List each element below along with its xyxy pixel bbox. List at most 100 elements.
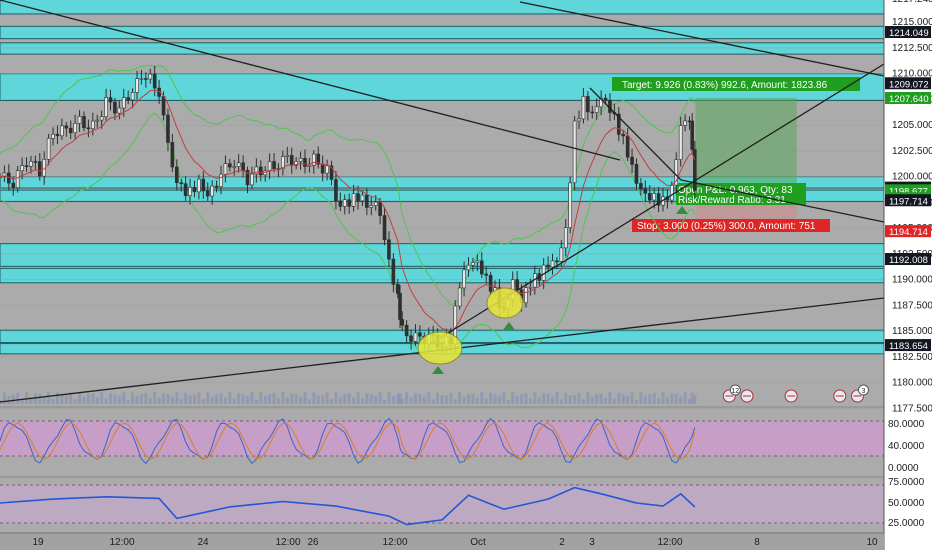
price-chart[interactable]: Target: 9.926 (0.83%) 992.6, Amount: 182… [0,0,932,550]
volume-bar [365,392,369,404]
candle-body [113,101,117,114]
volume-bar [604,397,608,404]
volume-bar [223,397,227,404]
candle-body [82,116,86,129]
time-tick-label: 12:00 [275,537,300,548]
candle-body [360,194,365,202]
price-tick-label: 1182.500 [892,352,932,363]
volume-bar [630,392,634,404]
volume-bar [232,398,236,404]
volume-bar [449,392,453,404]
candle-body [563,227,568,249]
volume-bar [520,394,524,404]
candle-body [488,275,493,292]
volume-bar [338,396,342,404]
candle-body [643,188,648,194]
candle-body [524,287,528,304]
volume-bar [497,395,501,404]
candle-body [228,163,232,168]
rsi-pane [0,484,884,526]
volume-bar [347,393,351,404]
volume-bar [334,392,338,404]
candle-body [126,97,130,101]
volume-bar [228,392,232,404]
volume-bar [175,392,179,404]
price-label: 1209.072 [889,79,929,90]
volume-bar [356,392,360,404]
candle-body [572,120,577,184]
candle-body [347,199,351,207]
volume-bar [484,398,488,404]
volume-bar [197,392,201,404]
candle-body [466,264,471,271]
candle-body [334,179,338,202]
candle-body [338,200,343,207]
volume-bar [440,395,444,404]
candle-body [86,127,91,130]
volume-bar [431,399,435,404]
candle-body [369,205,374,208]
sr-zone [0,25,885,40]
volume-bar [599,393,603,404]
time-tick-label: 19 [32,537,44,548]
candle-body [586,96,590,113]
price-label: 1183.654 [889,341,928,352]
volume-bar [418,393,422,404]
candle-body [60,125,64,137]
candle-body [258,166,263,176]
candle-body [590,111,595,114]
volume-bar [586,392,590,404]
candle-body [192,187,197,193]
volume-bar [100,392,104,404]
volume-bar [104,398,108,404]
candle-body [108,97,113,103]
candle-body [356,193,360,202]
price-tick-label: 1177.500 [892,403,932,414]
volume-bar [511,392,515,404]
volume-bar [210,396,214,404]
time-axis[interactable]: 19 12:00 24 12:00 26 12:00 Oct 2 3 12:00 8 10 [0,532,884,550]
rsi-band-fill [0,485,884,523]
volume-bar [188,395,192,404]
candle-body [387,239,391,260]
volume-bar [612,398,616,404]
candle-body [267,161,272,172]
volume-bar [299,396,303,404]
stochastic-axis-label: 80.0000 [888,419,925,430]
time-tick-label: 8 [754,537,760,548]
candle-body [395,283,400,294]
volume-bar [537,397,541,404]
highlight-circle [486,287,524,319]
sr-zone [0,0,885,15]
volume-bar [643,395,647,404]
volume-bar [378,392,382,404]
candle-body [418,332,422,337]
volume-bar [670,393,674,404]
volume-bar [551,396,554,404]
candle-body [236,162,241,167]
candle-body [515,279,519,291]
price-label: 1194.714 [889,227,928,238]
volume-bar [272,392,276,404]
candle-body [183,183,188,196]
time-tick-label: 3 [589,537,595,548]
candle-body [210,185,214,197]
volume-bar [51,399,55,404]
candle-body [46,138,51,160]
volume-bar [652,392,656,404]
candle-body [320,163,325,174]
volume-bar [135,395,139,404]
volume-bar [307,399,311,404]
candle-body [625,135,630,158]
volume-bar [480,392,484,404]
candle-body [647,193,652,201]
volume-bar [427,392,431,404]
time-tick-label: 12:00 [109,537,134,548]
volume-bar [467,393,471,404]
volume-bar [502,392,506,404]
candle-body [135,78,139,93]
event-count-label: 12 [731,388,739,395]
volume-bar [7,395,11,404]
highlight-circle [417,331,463,365]
volume-bar [122,392,126,404]
